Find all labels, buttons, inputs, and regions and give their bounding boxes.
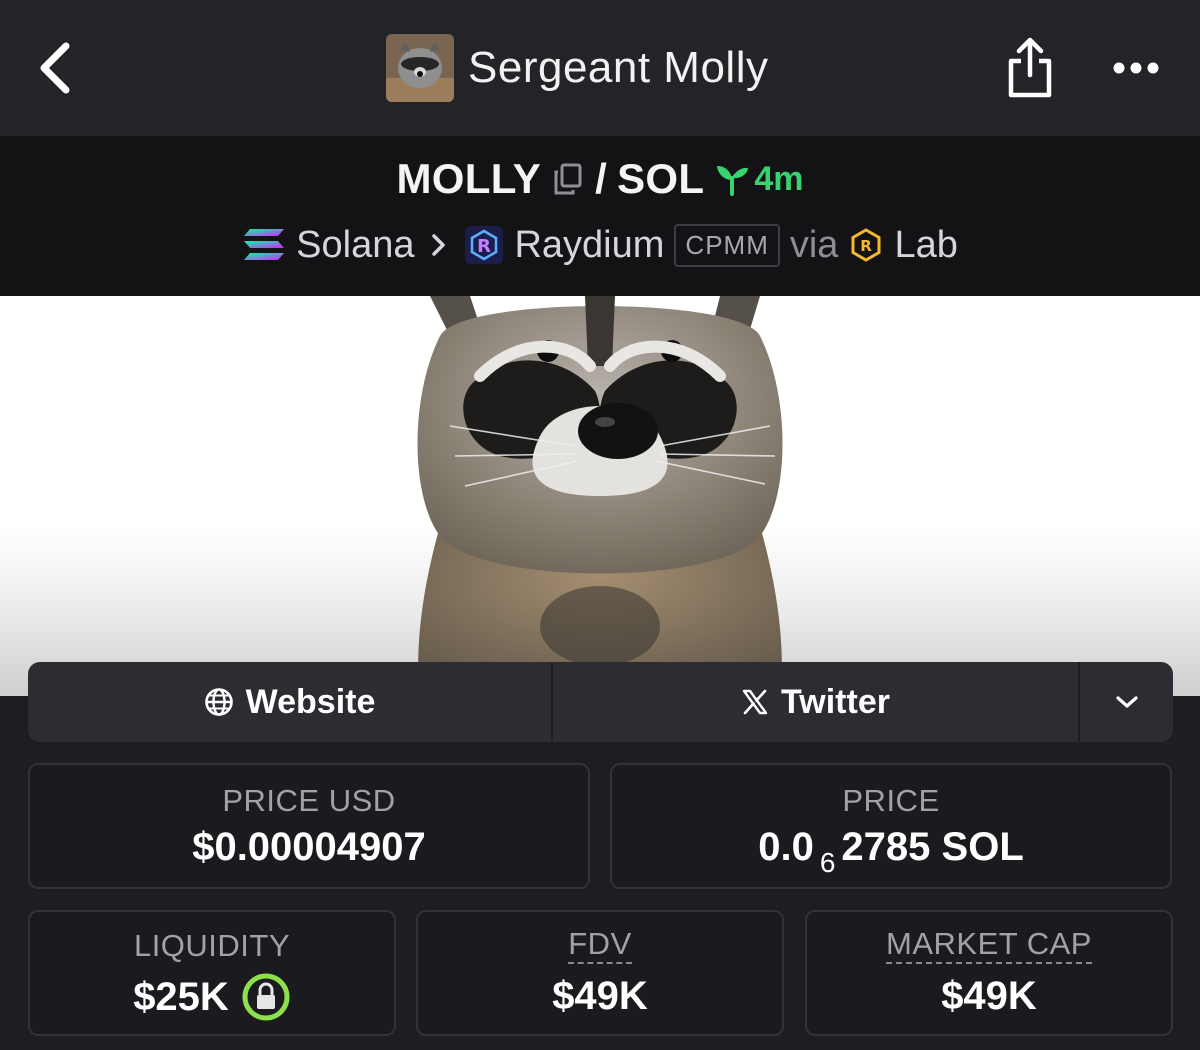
price-zero-count: 6 [819,847,836,878]
liquidity-card: LIQUIDITY $25K [28,910,396,1036]
liquidity-label: LIQUIDITY [133,928,291,963]
launchlab-icon: R [851,228,881,262]
quote-symbol: SOL [617,155,705,202]
more-button[interactable] [1106,48,1166,88]
x-logo-icon [742,689,768,715]
token-avatar [386,34,454,102]
sprout-icon [717,166,749,196]
twitter-label: Twitter [781,682,890,721]
liquidity-value: $25K [133,974,229,1019]
price-prefix: 0.0 [758,825,814,869]
fdv-value: $49K [552,973,648,1018]
pair-separator: / [595,155,608,202]
price-usd-value: $0.00004907 [192,825,426,869]
price-sol-card: PRICE 0.0 6 2785 SOL [610,763,1172,889]
fdv-card: FDV $49K [416,910,784,1036]
page-title: Sergeant Molly [468,43,769,92]
lock-icon[interactable] [241,972,291,1022]
title-group: Sergeant Molly [386,34,768,102]
raccoon-illustration [417,296,783,696]
token-banner-image [0,296,1200,696]
via-label: via [789,223,839,266]
dex-link[interactable]: Raydium [514,224,664,267]
pair-row: MOLLY / SOL 4m [0,154,1200,204]
link-bar: Website Twitter [28,662,1173,742]
price-label: PRICE [842,783,940,818]
chevron-left-icon [40,42,70,94]
chain-link[interactable]: Solana [296,224,414,267]
website-label: Website [245,682,376,721]
market-cap-card: MARKET CAP $49K [805,910,1173,1036]
website-button[interactable]: Website [28,662,553,742]
pair-header: MOLLY / SOL 4m Solana R Raydium CPMM via… [0,136,1200,296]
raydium-icon: R [465,226,504,264]
more-dots-icon [1113,62,1159,74]
svg-text:R: R [478,236,492,257]
pool-type-badge: CPMM [674,223,780,267]
copy-icon[interactable] [551,162,585,196]
share-button[interactable] [1000,34,1060,102]
price-usd-card: PRICE USD $0.00004907 [28,763,590,889]
fdv-label[interactable]: FDV [568,927,632,964]
back-button[interactable] [30,38,80,98]
price-usd-label: PRICE USD [222,783,396,818]
price-suffix: 2785 SOL [841,825,1024,869]
svg-text:R: R [861,237,873,255]
base-symbol: MOLLY [396,155,542,202]
twitter-button[interactable]: Twitter [553,662,1080,742]
chevron-down-icon [1115,696,1138,708]
share-icon [1008,37,1052,98]
via-name[interactable]: Lab [894,224,957,267]
more-links-button[interactable] [1080,662,1173,742]
breadcrumb: Solana R Raydium CPMM via R Lab [0,220,1200,270]
market-cap-label[interactable]: MARKET CAP [886,927,1092,964]
chevron-right-icon [432,234,446,256]
pair-age: 4m [714,159,804,199]
market-cap-value: $49K [941,973,1037,1018]
price-sol-value: 0.0 6 2785 SOL [612,825,1170,878]
age-text: 4m [754,159,804,198]
globe-icon [204,688,233,716]
app-bar: Sergeant Molly [0,0,1200,136]
solana-icon [244,229,285,260]
